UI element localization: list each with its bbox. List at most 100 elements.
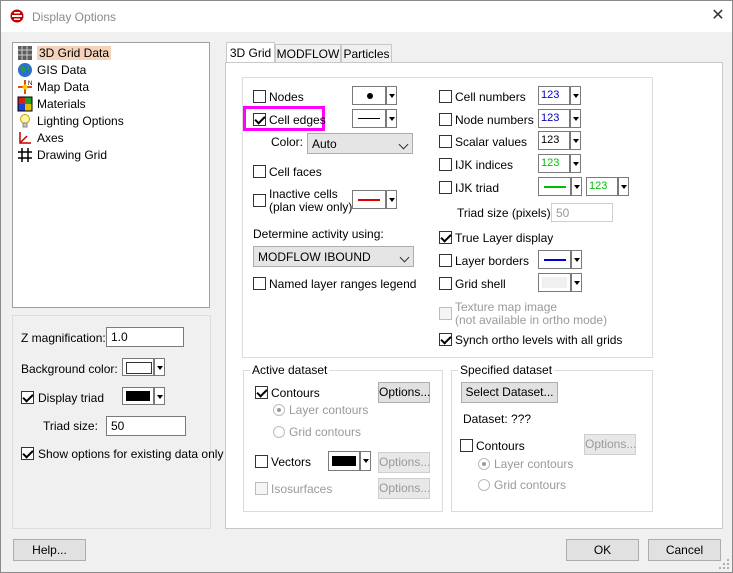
tree-item-axes[interactable]: Axes <box>17 130 64 146</box>
ijk-triad-font-swatch[interactable]: 123 <box>586 177 618 196</box>
triad-size-pixels-input[interactable]: 50 <box>551 203 613 222</box>
vectors-options-button[interactable]: Options... <box>378 452 430 473</box>
grid-shell-dropdown[interactable] <box>571 273 582 292</box>
node-numbers-checkbox[interactable] <box>439 113 452 126</box>
cancel-button[interactable]: Cancel <box>648 539 721 561</box>
layer-borders-line-swatch[interactable] <box>538 250 571 269</box>
node-numbers-dropdown[interactable] <box>570 109 581 128</box>
active-grid-contours-label: Grid contours <box>289 425 362 439</box>
active-contours-options-button[interactable]: Options... <box>378 382 430 403</box>
chevron-down-icon <box>398 139 409 150</box>
select-dataset-button[interactable]: Select Dataset... <box>461 382 558 403</box>
true-layer-checkbox[interactable] <box>439 231 452 244</box>
cell-edge-line-dropdown[interactable] <box>386 109 397 128</box>
vectors-color-swatch[interactable] <box>328 451 360 471</box>
tree-item-3d-grid-data[interactable]: 3D Grid Data <box>17 45 112 61</box>
z-magnification-label: Z magnification: <box>21 331 106 345</box>
resize-grip-icon[interactable] <box>718 558 730 570</box>
ijk-triad-line-swatch[interactable] <box>538 177 571 196</box>
active-contours-label: Contours <box>271 386 320 400</box>
texture-map-sublabel: (not available in ortho mode) <box>455 313 608 327</box>
active-layer-contours-radio[interactable] <box>273 404 285 416</box>
active-dataset-title: Active dataset <box>250 363 330 377</box>
tree-item-gis-data[interactable]: GIS Data <box>17 62 86 78</box>
edge-color-value: Auto <box>312 137 337 151</box>
vectors-checkbox[interactable] <box>255 455 268 468</box>
vectors-color-dropdown[interactable] <box>360 451 371 471</box>
background-color-dropdown[interactable] <box>154 358 165 376</box>
display-triad-checkbox[interactable] <box>21 391 34 404</box>
specified-contours-label: Contours <box>476 439 525 453</box>
ijk-triad-checkbox[interactable] <box>439 181 452 194</box>
grid-shell-checkbox[interactable] <box>439 277 452 290</box>
vectors-label: Vectors <box>271 455 312 469</box>
specified-layer-contours-radio[interactable] <box>478 458 490 470</box>
layer-borders-checkbox[interactable] <box>439 254 452 267</box>
isosurfaces-label: Isosurfaces <box>271 482 333 496</box>
cell-faces-checkbox[interactable] <box>253 165 266 178</box>
tree-item-materials[interactable]: Materials <box>17 96 86 112</box>
help-button[interactable]: Help... <box>13 539 86 561</box>
named-layer-checkbox[interactable] <box>253 277 266 290</box>
determine-activity-select[interactable]: MODFLOW IBOUND <box>253 246 414 267</box>
triad-color-dropdown[interactable] <box>154 387 165 405</box>
cell-numbers-checkbox[interactable] <box>439 90 452 103</box>
ok-button[interactable]: OK <box>566 539 639 561</box>
inactive-cells-checkbox[interactable] <box>253 194 266 207</box>
determine-activity-value: MODFLOW IBOUND <box>258 250 371 264</box>
triad-size-pixels-label: Triad size (pixels): <box>457 206 554 220</box>
cell-edges-checkbox[interactable] <box>253 113 266 126</box>
tab-modflow[interactable]: MODFLOW <box>275 44 341 62</box>
window-title: Display Options <box>32 10 117 24</box>
tree-item-drawing-grid[interactable]: Drawing Grid <box>17 147 107 163</box>
inactive-cells-line-swatch[interactable] <box>352 190 386 209</box>
tree-item-lighting-options[interactable]: Lighting Options <box>17 113 124 129</box>
layer-borders-dropdown[interactable] <box>571 250 582 269</box>
nodes-checkbox[interactable] <box>253 90 266 103</box>
cell-faces-label: Cell faces <box>269 165 322 179</box>
tab-3d-grid[interactable]: 3D Grid <box>226 42 275 63</box>
cell-numbers-label: Cell numbers <box>455 90 526 104</box>
specified-contours-checkbox[interactable] <box>460 439 473 452</box>
triad-color-swatch[interactable] <box>122 387 154 405</box>
tab-particles[interactable]: Particles <box>341 44 392 62</box>
lightbulb-icon <box>20 114 30 128</box>
ijk-indices-checkbox[interactable] <box>439 158 452 171</box>
isosurfaces-checkbox[interactable] <box>255 482 268 495</box>
active-grid-contours-radio[interactable] <box>273 426 285 438</box>
tree-item-label: Map Data <box>37 80 90 94</box>
tree-item-map-data[interactable]: N Map Data <box>17 79 89 95</box>
isosurfaces-options-button[interactable]: Options... <box>378 478 430 499</box>
ijk-indices-font-swatch[interactable]: 123 <box>538 154 570 173</box>
z-magnification-input[interactable]: 1.0 <box>106 327 184 347</box>
node-numbers-font-swatch[interactable]: 123 <box>538 109 570 128</box>
edge-color-select[interactable]: Auto <box>307 133 413 154</box>
cell-numbers-dropdown[interactable] <box>570 86 581 105</box>
background-color-swatch[interactable] <box>122 358 154 376</box>
synch-ortho-checkbox[interactable] <box>439 333 452 346</box>
show-options-checkbox[interactable] <box>21 447 34 460</box>
inactive-cells-dropdown[interactable] <box>386 190 397 209</box>
scalar-values-font-swatch[interactable]: 123 <box>538 131 570 150</box>
node-symbol-swatch[interactable] <box>352 86 386 105</box>
node-symbol-dropdown[interactable] <box>386 86 397 105</box>
scalar-values-dropdown[interactable] <box>570 131 581 150</box>
ijk-triad-line-dropdown[interactable] <box>571 177 582 196</box>
specified-grid-contours-radio[interactable] <box>478 479 490 491</box>
tree-item-label: Drawing Grid <box>37 148 108 162</box>
cell-edge-line-swatch[interactable] <box>352 109 386 128</box>
texture-map-checkbox[interactable] <box>439 307 452 320</box>
ijk-indices-label: IJK indices <box>455 158 514 172</box>
grid-shell-swatch[interactable] <box>538 273 571 292</box>
ijk-indices-dropdown[interactable] <box>570 154 581 173</box>
close-icon[interactable]: ✕ <box>709 7 727 25</box>
triad-size-input[interactable]: 50 <box>106 416 186 436</box>
ijk-triad-font-dropdown[interactable] <box>618 177 629 196</box>
active-contours-checkbox[interactable] <box>255 386 268 399</box>
specified-contours-options-button[interactable]: Options... <box>584 434 636 455</box>
tree-item-label: Axes <box>37 131 64 145</box>
scalar-values-checkbox[interactable] <box>439 135 452 148</box>
node-numbers-label: Node numbers <box>455 113 534 127</box>
category-tree[interactable]: 3D Grid Data GIS Data N Map Data Material… <box>12 42 210 308</box>
cell-numbers-font-swatch[interactable]: 123 <box>538 86 570 105</box>
